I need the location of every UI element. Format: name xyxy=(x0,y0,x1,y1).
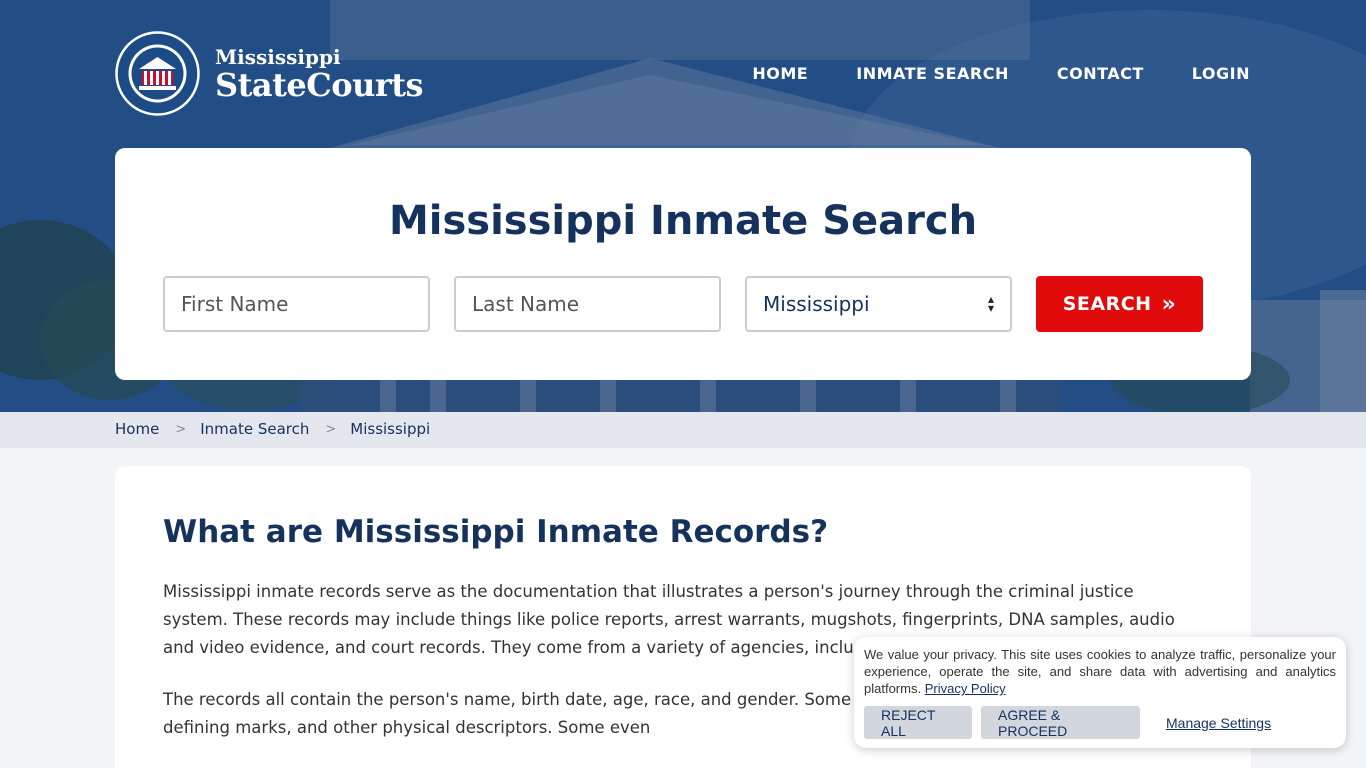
brand-state: Mississippi xyxy=(215,44,341,69)
search-card xyxy=(115,148,1251,380)
breadcrumb: Home > Inmate Search > Mississippi xyxy=(115,420,430,438)
manage-settings-link[interactable]: Manage Settings xyxy=(1166,715,1271,731)
last-name-placeholder: Last Name xyxy=(472,292,580,316)
breadcrumb-current[interactable]: Mississippi xyxy=(350,420,430,438)
site-logo[interactable]: Mississippi StateCourts xyxy=(115,31,424,116)
search-button[interactable]: SEARCH » xyxy=(1036,276,1203,332)
state-select[interactable]: Mississippi ▴ ▾ xyxy=(745,276,1012,332)
state-seal-icon xyxy=(115,31,200,116)
search-title: Mississippi Inmate Search xyxy=(388,198,978,244)
nav-home[interactable]: HOME xyxy=(752,62,808,86)
nav-inmate-search[interactable]: INMATE SEARCH xyxy=(856,62,1009,86)
first-name-input[interactable]: First Name xyxy=(163,276,430,332)
nav-contact[interactable]: CONTACT xyxy=(1057,62,1144,86)
main-nav: HOME INMATE SEARCH CONTACT LOGIN xyxy=(704,62,1250,86)
content-heading: What are Mississippi Inmate Records? xyxy=(163,514,829,550)
select-arrows-icon: ▴ ▾ xyxy=(987,292,994,315)
state-select-value: Mississippi xyxy=(763,292,870,316)
agree-proceed-button[interactable]: AGREE & PROCEED xyxy=(981,706,1140,739)
nav-login[interactable]: LOGIN xyxy=(1192,62,1250,86)
breadcrumb-inmate-search[interactable]: Inmate Search xyxy=(200,420,309,438)
cookie-text: We value your privacy. This site uses co… xyxy=(864,646,1336,697)
chevron-double-right-icon: » xyxy=(1161,291,1177,317)
search-button-label: SEARCH xyxy=(1062,293,1152,315)
privacy-policy-link[interactable]: Privacy Policy xyxy=(925,681,1006,696)
reject-all-button[interactable]: REJECT ALL xyxy=(864,706,972,739)
last-name-input[interactable]: Last Name xyxy=(454,276,721,332)
cookie-banner: We value your privacy. This site uses co… xyxy=(854,637,1346,748)
chevron-right-icon: > xyxy=(175,421,187,437)
chevron-right-icon: > xyxy=(325,421,337,437)
breadcrumb-home[interactable]: Home xyxy=(115,420,159,438)
brand-name: StateCourts xyxy=(215,65,424,104)
first-name-placeholder: First Name xyxy=(181,292,289,316)
